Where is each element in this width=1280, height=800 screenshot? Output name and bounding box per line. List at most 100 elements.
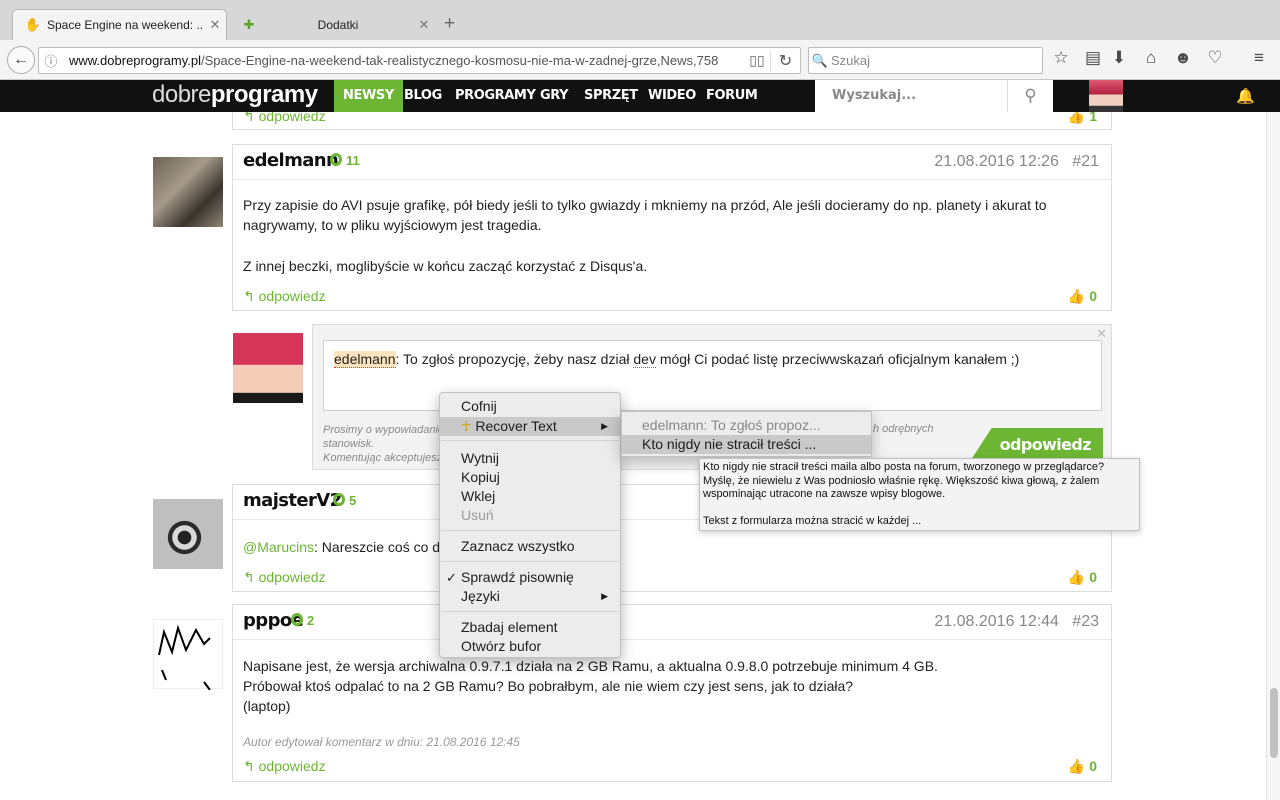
menu-gry[interactable]: GRY [531,80,577,112]
recover-text-submenu: edelmann: To zgłoś propoz... Kto nigdy n… [621,411,872,457]
url-text: www.dobreprogramy.pl/Space-Engine-na-wee… [69,53,719,68]
comment-date: 21.08.2016 12:26 #21 [934,153,1099,170]
comment-username[interactable]: majsterV2 [243,490,342,511]
comment-card-previous: ↰ odpowiedz 👍 1 [232,112,1112,130]
site-header: dobreprogramy NEWSY BLOG PROGRAMY GRY SP… [0,80,1280,112]
bookmark-star-icon[interactable]: ☆ [1050,48,1072,68]
comment-number[interactable]: #23 [1072,613,1099,630]
site-logo[interactable]: dobreprogramy [152,80,318,112]
menu-item-delete: Usuń [461,507,494,523]
menu-item-select-all[interactable]: Zaznacz wszystko [440,537,620,556]
mention-tag: edelmann [334,351,396,368]
recovered-entry-2[interactable]: Kto nigdy nie stracił treści ... [622,435,871,454]
hamburger-menu-icon[interactable]: ≡ [1248,48,1270,68]
back-button[interactable]: ← [7,46,35,74]
menu-sprzet[interactable]: SPRZĘT [575,80,647,112]
reply-link[interactable]: ↰ odpowiedz [243,288,326,305]
reply-arrow-icon: ↰ [243,288,259,304]
recover-text-icon: ☥ [461,418,476,434]
rank-icon [291,613,303,626]
reply-link[interactable]: ↰ odpowiedz [243,758,326,775]
menu-item-recover-text[interactable]: ☥ Recover Text ▶ [440,417,620,436]
reply-arrow-icon: ↰ [243,569,259,585]
tab-space-engine[interactable]: ✋ Space Engine na weekend: ... ✕ [12,9,227,40]
comment-username[interactable]: edelmann [243,150,339,171]
thumb-up-icon: 👍 [1067,569,1090,585]
reader-view-icon[interactable]: ▯▯ [744,52,770,69]
comment-header: pppoe 2 21.08.2016 12:44 #23 [233,605,1111,640]
bookmarks-library-icon[interactable]: ▤ [1082,48,1104,68]
page-scrollbar[interactable] [1266,112,1280,800]
reply-link[interactable]: ↰ odpowiedz [243,569,326,586]
like-button[interactable]: 👍 0 [1068,569,1097,586]
info-icon[interactable]: ⓘ [39,51,63,70]
like-button[interactable]: 👍 0 [1068,758,1097,775]
avatar-pppoe[interactable] [153,619,223,691]
menu-item-inspect[interactable]: Zbadaj element [440,618,620,637]
rank-badge: 5 [333,493,356,508]
edited-note: Autor edytował komentarz w dniu: 21.08.2… [243,735,520,749]
checkmark-icon: ✓ [446,570,457,585]
comment-text: Przy zapisie do AVI psuje grafikę, pół b… [243,197,1047,233]
recovered-entry-1[interactable]: edelmann: To zgłoś propoz... [622,416,871,435]
submit-reply-button[interactable]: odpowiedz [969,428,1103,462]
puzzle-icon: ✚ [243,16,255,32]
comment-number[interactable]: #21 [1072,153,1099,170]
reload-icon[interactable]: ↻ [770,50,800,71]
dobreprogramy-favicon-icon: ✋ [24,17,42,32]
menu-separator [441,611,619,612]
menu-separator [441,440,619,441]
like-button[interactable]: 👍 1 [1068,112,1097,125]
menu-separator [441,530,619,531]
notifications-icon[interactable]: 🔔 [1236,87,1255,105]
menu-wideo[interactable]: WIDEO [639,80,705,112]
new-tab-button[interactable]: + [444,13,455,35]
comment-card: edelmann 11 21.08.2016 12:26 #21 Przy za… [232,144,1112,311]
avatar-edelmann[interactable] [153,157,223,227]
sketch-drawing [158,624,211,691]
close-tab-icon[interactable]: ✕ [204,17,226,33]
comment-header: edelmann 11 21.08.2016 12:26 #21 [233,145,1111,180]
browser-search-input[interactable]: 🔍 Szukaj [808,47,1043,74]
thumb-up-icon: 👍 [1067,758,1090,774]
rank-badge: 2 [291,613,314,628]
menu-item-cut[interactable]: Wytnij [440,449,620,468]
context-menu: Cofnij ☥ Recover Text ▶ Wytnij Kopiuj Wk… [439,392,621,658]
menu-item-paste[interactable]: Wklej [440,487,620,506]
menu-item-languages[interactable]: Języki ▶ [440,587,620,606]
tab-title: Space Engine na weekend: ... [47,18,204,32]
site-search-icon[interactable]: ⚲ [1007,80,1053,112]
scrollbar-thumb[interactable] [1270,688,1278,758]
menu-item-spellcheck[interactable]: ✓ Sprawdź pisownię [440,568,620,587]
smiley-icon[interactable]: ☻ [1172,48,1194,68]
menu-item-copy[interactable]: Kopiuj [440,468,620,487]
comment-text-p2: Z innej beczki, moglibyście w końcu zacz… [243,258,648,274]
avatar-majsterv2[interactable] [153,499,223,569]
menu-programy[interactable]: PROGRAMY [446,80,544,112]
menu-forum[interactable]: FORUM [697,80,766,112]
menu-item-open-buffer[interactable]: Otwórz bufor [440,637,620,656]
thumb-up-icon: 👍 [1067,288,1090,304]
menu-newsy[interactable]: NEWSY [334,80,403,112]
menu-item-undo[interactable]: Cofnij [440,397,620,416]
tab-dodatki[interactable]: ✚ Dodatki ✕ [229,9,435,40]
comment-text: Napisane jest, że wersja archiwalna 0.9.… [243,658,938,714]
reply-disclaimer-tail: h odrębnych [873,423,934,435]
menu-blog[interactable]: BLOG [395,80,451,112]
tab-title: Dodatki [317,17,359,32]
close-tab-icon[interactable]: ✕ [413,17,435,33]
site-search-input[interactable]: Wyszukaj... [815,80,1007,112]
search-placeholder: Szukaj [831,53,871,68]
reply-link[interactable]: ↰ odpowiedz [243,112,326,125]
url-bar[interactable]: ⓘ www.dobreprogramy.pl/Space-Engine-na-w… [38,47,801,74]
recovered-text-tooltip: Kto nigdy nie stracił treści maila albo … [699,458,1140,531]
comment-card: pppoe 2 21.08.2016 12:44 #23 Napisane je… [232,604,1112,782]
pocket-icon[interactable]: ♡ [1204,48,1226,68]
user-avatar[interactable] [1089,80,1123,112]
downloads-icon[interactable]: ⬇ [1108,48,1130,68]
avatar-current-user [233,333,303,403]
like-button[interactable]: 👍 0 [1068,288,1097,305]
home-icon[interactable]: ⌂ [1140,48,1162,68]
back-arrow-icon: ← [13,51,29,68]
rank-badge: 11 [330,153,360,168]
